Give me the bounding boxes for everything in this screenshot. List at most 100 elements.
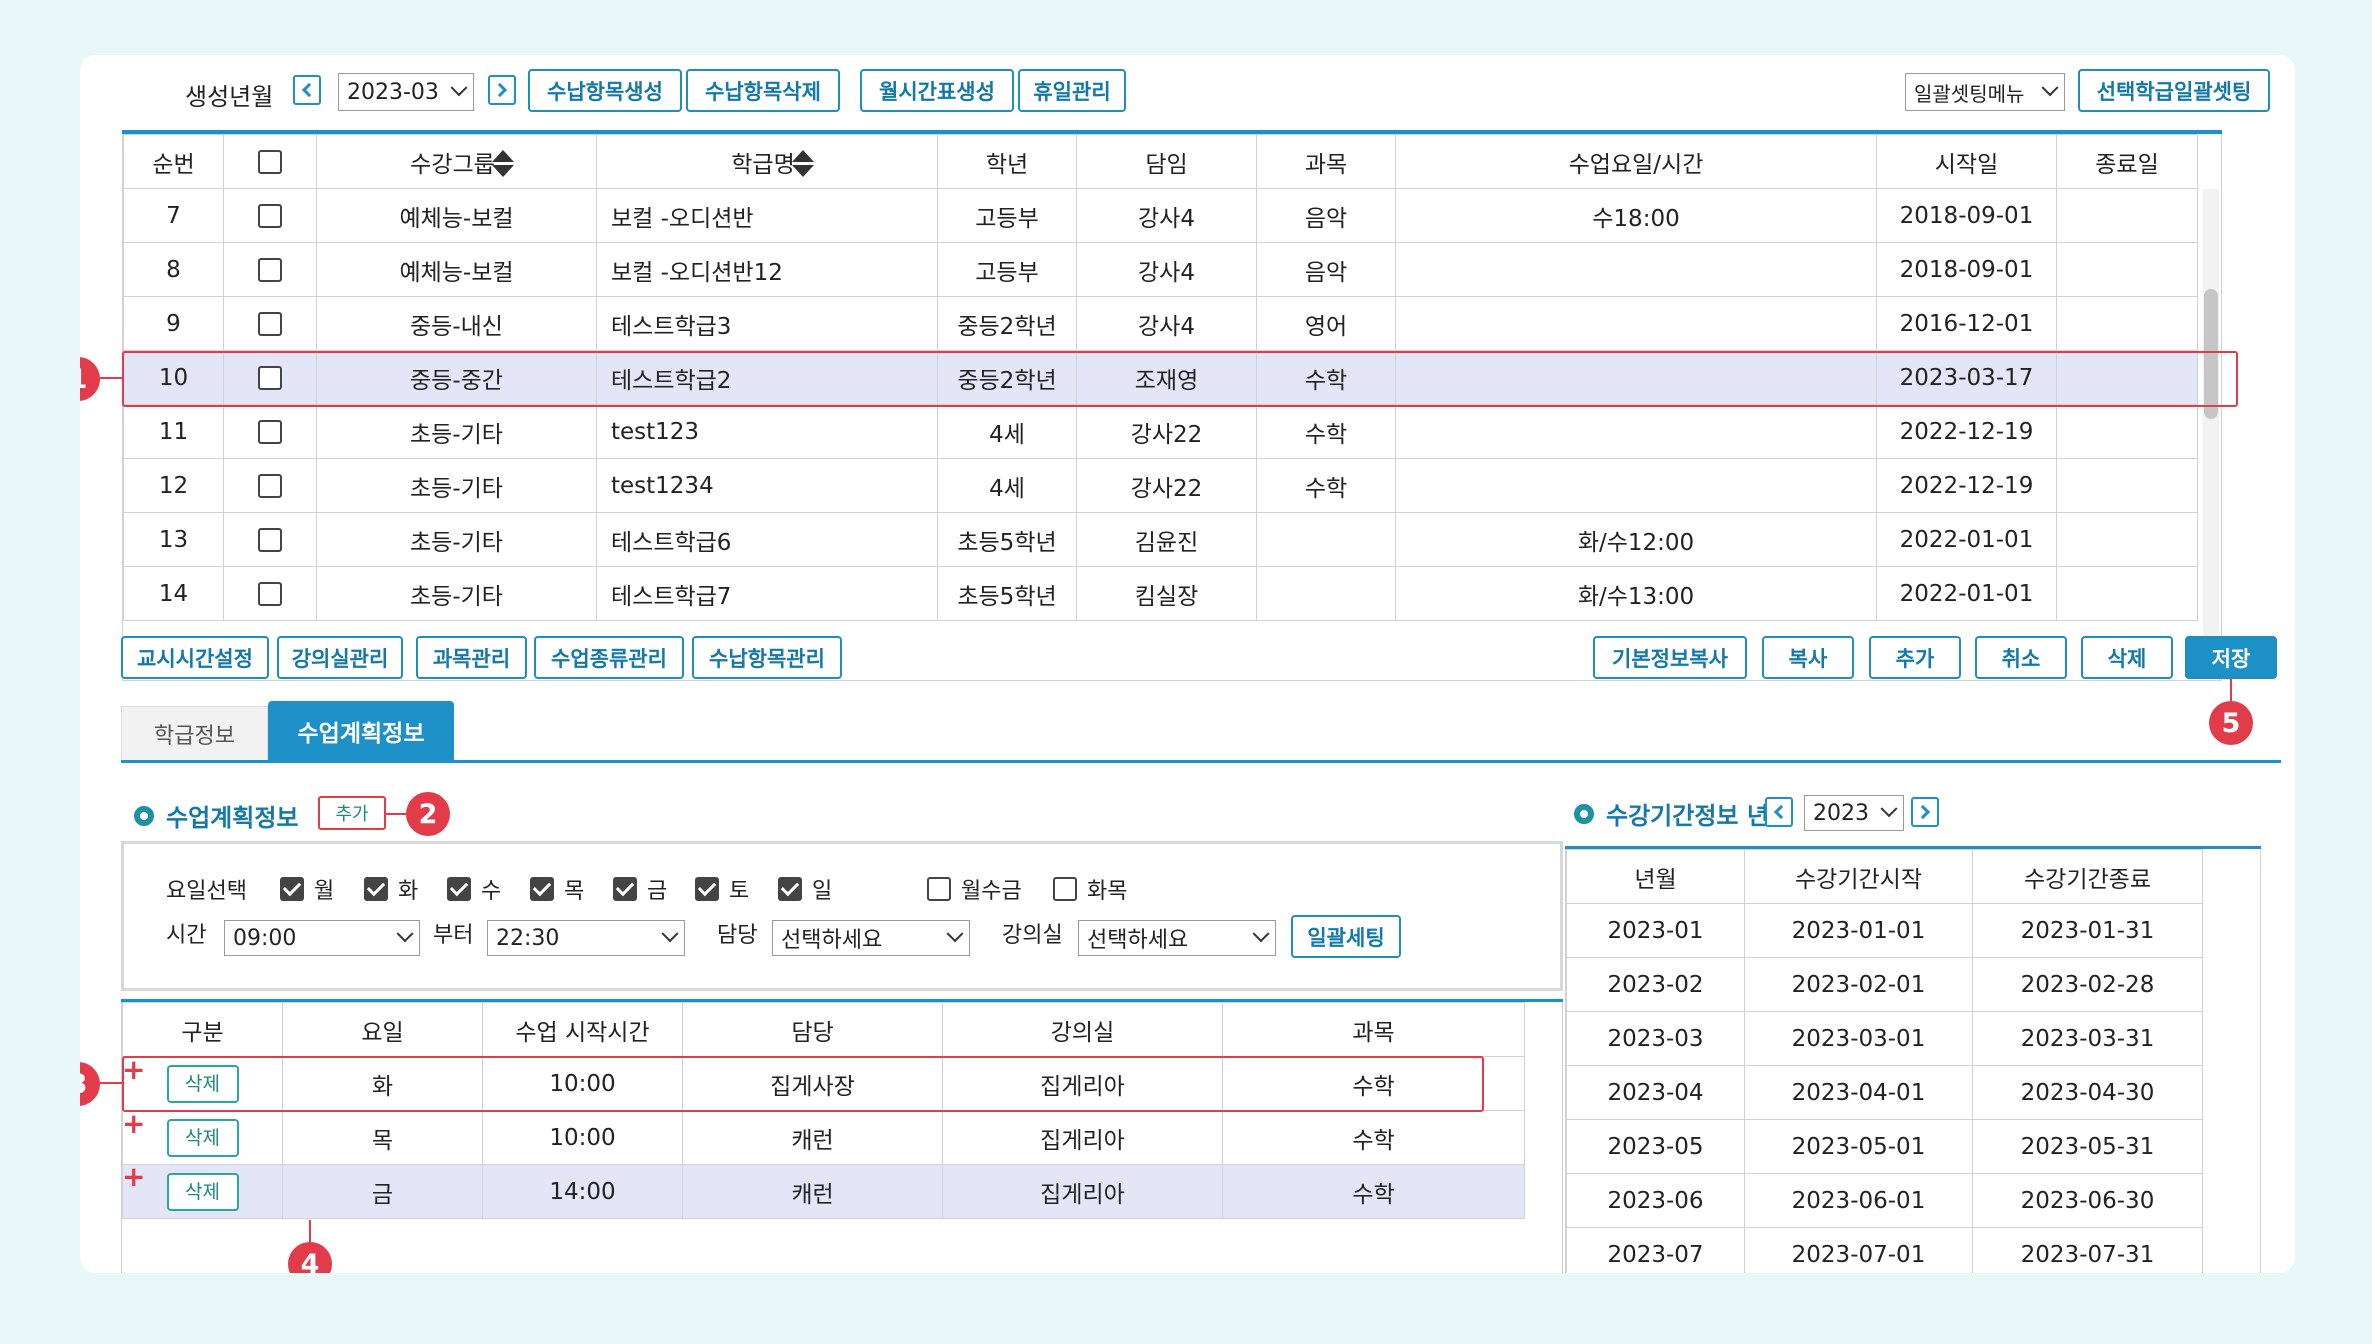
checkbox-checked[interactable] bbox=[778, 877, 802, 901]
cell-check[interactable] bbox=[223, 188, 317, 243]
gen-month-label: 생성년월 bbox=[185, 83, 274, 111]
copy-button[interactable]: 복사 bbox=[1762, 636, 1854, 679]
prev-month-button[interactable] bbox=[293, 75, 321, 105]
teacher-select[interactable]: 선택하세요 bbox=[772, 920, 970, 956]
table-row[interactable]: 2023-05 2023-05-01 2023-05-31 bbox=[1566, 1119, 2203, 1174]
prev-year-button[interactable] bbox=[1765, 797, 1793, 827]
table-row-selected[interactable]: 삭제 금 14:00 캐런 집게리아 수학 bbox=[122, 1164, 1525, 1219]
cell-check[interactable] bbox=[223, 512, 317, 567]
subject-manage-button[interactable]: 과목관리 bbox=[416, 636, 527, 679]
bulk-setting-button[interactable]: 일괄세팅 bbox=[1291, 915, 1401, 958]
cell-check[interactable] bbox=[223, 458, 317, 513]
time-from-select[interactable]: 09:00 bbox=[224, 920, 420, 956]
cell-check[interactable] bbox=[223, 242, 317, 297]
bulk-menu-select[interactable]: 일괄셋팅메뉴 bbox=[1905, 73, 2065, 111]
row-checkbox[interactable] bbox=[258, 204, 282, 228]
cell-check[interactable] bbox=[223, 296, 317, 351]
gen-month-select[interactable]: 2023-03 bbox=[338, 73, 474, 111]
row-checkbox[interactable] bbox=[258, 258, 282, 282]
row-checkbox[interactable] bbox=[258, 474, 282, 498]
row-checkbox[interactable] bbox=[258, 420, 282, 444]
checkbox-checked[interactable] bbox=[613, 877, 637, 901]
row-checkbox[interactable] bbox=[258, 528, 282, 552]
checkbox-checked[interactable] bbox=[530, 877, 554, 901]
cell-check[interactable] bbox=[223, 404, 317, 459]
room-select[interactable]: 선택하세요 bbox=[1078, 920, 1276, 956]
checkbox-checked[interactable] bbox=[280, 877, 304, 901]
cell-grade: 4세 bbox=[937, 404, 1077, 459]
table-row[interactable]: 11 초등-기타 test123 4세 강사22 수학 2022-12-19 bbox=[123, 404, 2198, 459]
delete-button[interactable]: 삭제 bbox=[2081, 636, 2173, 679]
col-group[interactable]: 수강그룹 bbox=[316, 134, 597, 189]
table-row[interactable]: 14 초등-기타 테스트학급7 초등5학년 킴실장 화/수13:00 2022-01-01 bbox=[123, 566, 2198, 621]
checkbox[interactable] bbox=[927, 877, 951, 901]
tab-class-info[interactable]: 학급정보 bbox=[121, 706, 268, 761]
next-month-button[interactable] bbox=[488, 75, 516, 105]
next-year-button[interactable] bbox=[1911, 797, 1939, 827]
tab-plan-info[interactable]: 수업계획정보 bbox=[268, 701, 454, 761]
grid-scrollbar-track[interactable] bbox=[2203, 189, 2219, 679]
cancel-button[interactable]: 취소 bbox=[1975, 636, 2067, 679]
table-row[interactable]: 7 예체능-보컬 보컬 -오디션반 고등부 강사4 음악 수18:00 2018-09-01 bbox=[123, 188, 2198, 243]
day-check-fri[interactable]: 금 bbox=[613, 873, 667, 905]
checkbox-checked[interactable] bbox=[695, 877, 719, 901]
day-check-tt[interactable]: 화목 bbox=[1053, 873, 1127, 905]
table-row[interactable]: 9 중등-내신 테스트학급3 중등2학년 강사4 영어 2016-12-01 bbox=[123, 296, 2198, 351]
cell-check[interactable] bbox=[223, 566, 317, 621]
row-checkbox[interactable] bbox=[258, 582, 282, 606]
cell-subject: 음악 bbox=[1256, 188, 1396, 243]
day-check-mon[interactable]: 월 bbox=[280, 873, 334, 905]
table-row[interactable]: 2023-01 2023-01-01 2023-01-31 bbox=[1566, 903, 2203, 958]
cell-group: 초등-기타 bbox=[316, 566, 597, 621]
col-no: 순번 bbox=[123, 134, 224, 189]
day-check-thu[interactable]: 목 bbox=[530, 873, 584, 905]
cell-period-start: 2023-03-01 bbox=[1744, 1011, 1973, 1066]
copy-basic-info-button[interactable]: 기본정보복사 bbox=[1593, 636, 1747, 679]
save-button[interactable]: 저장 bbox=[2185, 636, 2277, 679]
day-check-wed[interactable]: 수 bbox=[447, 873, 501, 905]
table-row[interactable]: 13 초등-기타 테스트학급6 초등5학년 김윤진 화/수12:00 2022-01-01 bbox=[123, 512, 2198, 567]
chevron-left-icon bbox=[1773, 804, 1789, 820]
row-delete-button[interactable]: 삭제 bbox=[166, 1172, 239, 1211]
row-delete-button[interactable]: 삭제 bbox=[166, 1118, 239, 1157]
delete-items-button[interactable]: 수납항목삭제 bbox=[686, 69, 840, 112]
table-row[interactable]: 2023-02 2023-02-01 2023-02-28 bbox=[1566, 957, 2203, 1012]
monthly-timetable-button[interactable]: 월시간표생성 bbox=[860, 69, 1014, 112]
table-row[interactable]: 2023-06 2023-06-01 2023-06-30 bbox=[1566, 1173, 2203, 1228]
col-class[interactable]: 학급명 bbox=[596, 134, 938, 189]
cell-period-end: 2023-06-30 bbox=[1972, 1173, 2203, 1228]
table-row[interactable]: 2023-04 2023-04-01 2023-04-30 bbox=[1566, 1065, 2203, 1120]
day-check-sun[interactable]: 일 bbox=[778, 873, 832, 905]
day-check-sat[interactable]: 토 bbox=[695, 873, 749, 905]
period-time-button[interactable]: 교시시간설정 bbox=[121, 636, 269, 679]
checkbox[interactable] bbox=[1053, 877, 1077, 901]
cell-year-month: 2023-03 bbox=[1566, 1011, 1745, 1066]
table-row[interactable]: 8 예체능-보컬 보컬 -오디션반12 고등부 강사4 음악 2018-09-01 bbox=[123, 242, 2198, 297]
bulk-selected-button[interactable]: 선택학급일괄셋팅 bbox=[2078, 69, 2270, 112]
checkbox-checked[interactable] bbox=[364, 877, 388, 901]
day-check-tue[interactable]: 화 bbox=[364, 873, 418, 905]
holiday-button[interactable]: 휴일관리 bbox=[1018, 69, 1126, 112]
add-button[interactable]: 추가 bbox=[1869, 636, 1961, 679]
col-start: 시작일 bbox=[1876, 134, 2057, 189]
cell-group: 초등-기타 bbox=[316, 404, 597, 459]
col-check-all[interactable] bbox=[223, 134, 317, 189]
room-manage-button[interactable]: 강의실관리 bbox=[277, 636, 403, 679]
plan-add-button[interactable]: 추가 bbox=[318, 796, 386, 830]
checkbox-all[interactable] bbox=[258, 150, 282, 174]
table-row[interactable]: 2023-03 2023-03-01 2023-03-31 bbox=[1566, 1011, 2203, 1066]
row-checkbox[interactable] bbox=[258, 312, 282, 336]
class-type-button[interactable]: 수업종류관리 bbox=[534, 636, 684, 679]
day-check-mwf[interactable]: 월수금 bbox=[927, 873, 1022, 905]
payment-items-button[interactable]: 수납항목관리 bbox=[692, 636, 842, 679]
table-row[interactable]: 2023-07 2023-07-01 2023-07-31 bbox=[1566, 1227, 2203, 1273]
time-to-select[interactable]: 22:30 bbox=[487, 920, 685, 956]
create-items-button[interactable]: 수납항목생성 bbox=[528, 69, 682, 112]
year-select[interactable]: 2023 bbox=[1804, 795, 1904, 831]
cell-year-month: 2023-04 bbox=[1566, 1065, 1745, 1120]
table-row[interactable]: 삭제 목 10:00 캐런 집게리아 수학 bbox=[122, 1110, 1525, 1165]
table-row[interactable]: 12 초등-기타 test1234 4세 강사22 수학 2022-12-19 bbox=[123, 458, 2198, 513]
expand-plus-icon[interactable]: + bbox=[122, 1163, 145, 1191]
expand-plus-icon[interactable]: + bbox=[122, 1110, 145, 1138]
checkbox-checked[interactable] bbox=[447, 877, 471, 901]
